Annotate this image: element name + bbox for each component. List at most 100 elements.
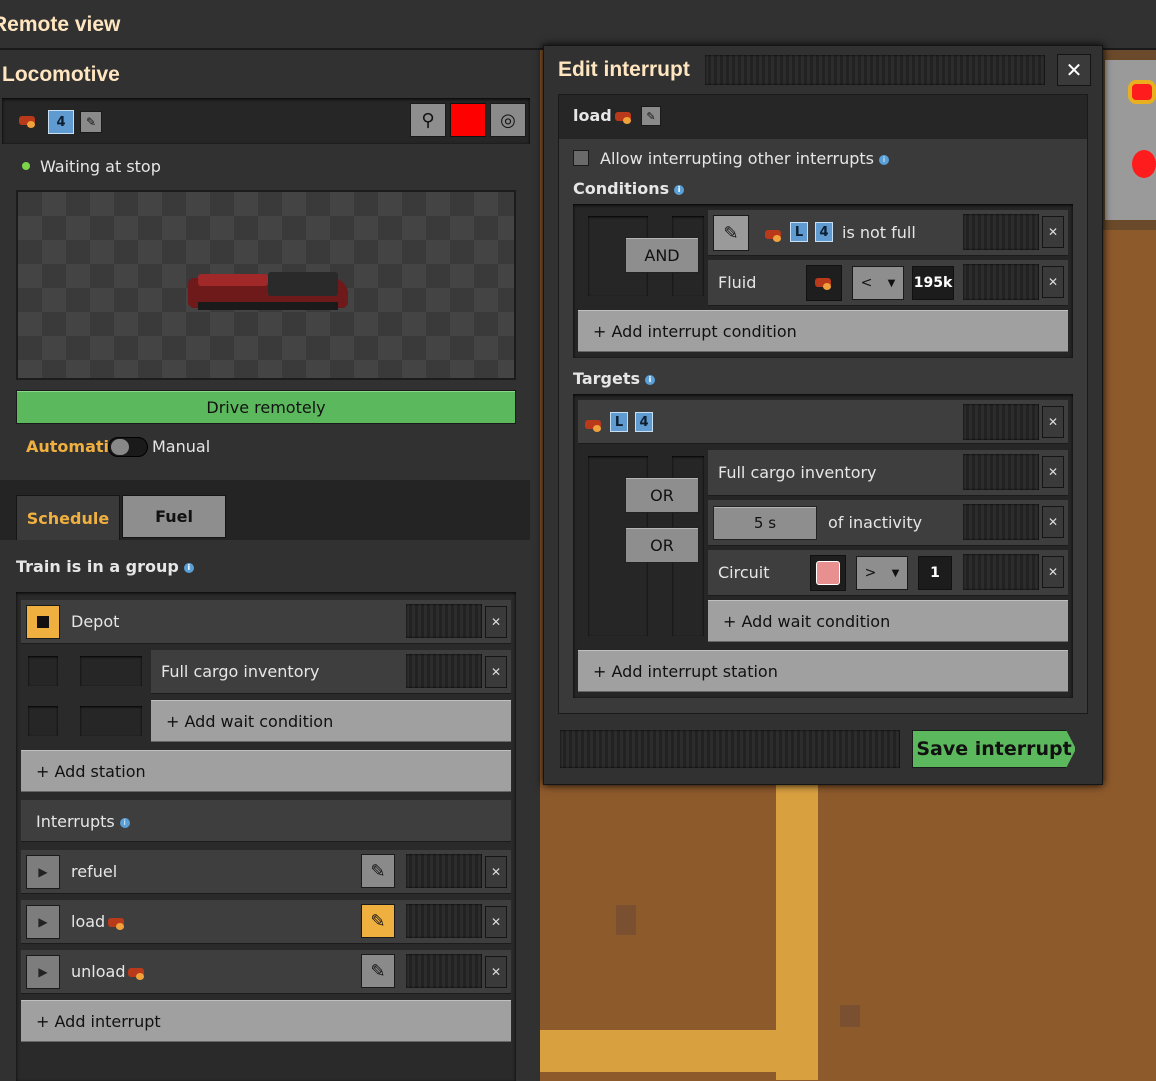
target-icon: ◎ — [500, 109, 516, 131]
fluid-value-field[interactable]: 195k — [912, 266, 954, 300]
chevron-down-icon: ▼ — [891, 567, 900, 579]
play-button[interactable]: ▶ — [26, 855, 60, 889]
wait-condition-text: Full cargo inventory — [161, 662, 320, 681]
window-title: Remote view — [0, 13, 121, 36]
close-icon: ✕ — [490, 965, 502, 979]
drive-remotely-button[interactable]: Drive remotely — [16, 390, 516, 424]
remove-condition-button[interactable]: ✕ — [1042, 266, 1064, 298]
stop-icon — [37, 616, 49, 628]
targets-label: Targets i — [573, 369, 656, 388]
close-icon: ✕ — [1047, 465, 1059, 479]
inactivity-label: of inactivity — [828, 513, 923, 532]
remove-condition-button[interactable]: ✕ — [1042, 216, 1064, 248]
add-interrupt-station-button[interactable]: + Add interrupt station — [578, 650, 1068, 692]
add-wait-condition-button[interactable]: + Add wait condition — [708, 600, 1068, 642]
tab-fuel[interactable]: Fuel — [122, 495, 226, 538]
remove-interrupt-button[interactable]: ✕ — [485, 906, 507, 938]
allow-interrupting-checkbox[interactable] — [573, 150, 589, 166]
or-toggle-button[interactable]: OR — [625, 527, 699, 563]
pencil-icon: ✎ — [370, 960, 386, 982]
close-icon: ✕ — [1047, 225, 1059, 239]
remove-wait-button[interactable]: ✕ — [1042, 506, 1064, 538]
edit-interrupt-button[interactable]: ✎ — [361, 954, 395, 988]
play-icon: ▶ — [38, 965, 48, 979]
color-picker-button[interactable]: ⚲ — [410, 103, 446, 137]
or-toggle-button[interactable]: OR — [625, 477, 699, 513]
time-value-button[interactable]: 5 s — [713, 506, 817, 540]
status-text: Waiting at stop — [40, 157, 161, 176]
stop-station-button[interactable] — [26, 605, 60, 639]
remove-wait-button[interactable]: ✕ — [485, 656, 507, 688]
pencil-icon: ✎ — [370, 860, 386, 882]
eyedropper-icon: ⚲ — [421, 109, 435, 131]
signal-l-icon: L — [610, 412, 628, 432]
signal-l-icon: L — [790, 222, 808, 242]
wagon-icon — [614, 110, 634, 124]
add-wait-condition-button[interactable]: + Add wait condition — [151, 700, 511, 742]
group-number-badge: 4 — [48, 110, 74, 134]
edit-condition-button[interactable]: ✎ — [713, 215, 749, 251]
drag-handle[interactable] — [406, 854, 482, 888]
wagon-icon — [814, 276, 834, 290]
wagon-icon — [764, 224, 784, 243]
remove-wait-button[interactable]: ✕ — [1042, 556, 1064, 588]
info-icon: i — [645, 374, 656, 385]
allow-interrupting-label: Allow interrupting other interrupts i — [600, 149, 889, 168]
locate-button[interactable]: ◎ — [490, 103, 526, 137]
remove-interrupt-button[interactable]: ✕ — [485, 956, 507, 988]
drag-handle[interactable] — [705, 55, 1045, 85]
drag-handle[interactable] — [406, 904, 482, 938]
and-toggle-button[interactable]: AND — [625, 237, 699, 273]
info-icon: i — [183, 562, 194, 573]
mode-toggle[interactable] — [108, 437, 148, 457]
circuit-signal-slot[interactable] — [810, 555, 846, 591]
comparator-dropdown[interactable]: < ▼ — [852, 266, 904, 300]
comparator-dropdown[interactable]: > ▼ — [856, 556, 908, 590]
condition-fluid-label: Fluid — [718, 273, 757, 292]
play-button[interactable]: ▶ — [26, 955, 60, 989]
interrupt-name: refuel — [71, 862, 118, 881]
edit-interrupt-button[interactable]: ✎ — [361, 854, 395, 888]
wagon-icon — [18, 110, 38, 129]
play-icon: ▶ — [38, 915, 48, 929]
drag-handle[interactable] — [963, 404, 1039, 440]
circuit-value-field[interactable]: 1 — [918, 556, 952, 590]
signal-4-icon: 4 — [815, 222, 833, 242]
condition-text: is not full — [842, 223, 916, 242]
add-interrupt-condition-button[interactable]: + Add interrupt condition — [578, 310, 1068, 352]
mode-manual-label: Manual — [152, 437, 211, 456]
locomotive-title: Locomotive — [2, 63, 120, 86]
drag-handle[interactable] — [406, 954, 482, 988]
drag-handle[interactable] — [963, 454, 1039, 490]
drag-handle[interactable] — [406, 604, 482, 638]
close-dialog-button[interactable]: ✕ — [1057, 54, 1091, 86]
add-interrupt-button[interactable]: + Add interrupt — [21, 1000, 511, 1042]
station-name: Depot — [71, 612, 120, 631]
remove-wait-button[interactable]: ✕ — [1042, 456, 1064, 488]
rename-button[interactable]: ✎ — [80, 111, 102, 133]
color-swatch[interactable] — [450, 103, 486, 137]
play-button[interactable]: ▶ — [26, 905, 60, 939]
add-station-button[interactable]: + Add station — [21, 750, 511, 792]
drag-handle[interactable] — [963, 214, 1039, 250]
comparator-value: < — [860, 275, 873, 291]
interrupt-name: unload — [71, 962, 147, 981]
save-interrupt-button[interactable]: Save interrupt — [912, 730, 1076, 768]
info-icon: i — [878, 154, 889, 165]
tab-schedule[interactable]: Schedule — [16, 495, 120, 540]
drag-handle[interactable] — [406, 654, 482, 688]
drag-handle[interactable] — [963, 554, 1039, 590]
fluid-signal-slot[interactable] — [806, 265, 842, 301]
locomotive-preview[interactable] — [16, 190, 516, 380]
rename-interrupt-button[interactable]: ✎ — [641, 106, 661, 126]
drag-handle[interactable] — [963, 504, 1039, 540]
remove-interrupt-button[interactable]: ✕ — [485, 856, 507, 888]
comparator-value: > — [864, 565, 877, 581]
drag-handle[interactable] — [963, 264, 1039, 300]
remove-station-button[interactable]: ✕ — [485, 606, 507, 638]
interrupts-label: Interrupts i — [36, 812, 130, 831]
remove-target-button[interactable]: ✕ — [1042, 406, 1064, 438]
dialog-title: Edit interrupt — [558, 58, 690, 81]
edit-interrupt-button[interactable]: ✎ — [361, 904, 395, 938]
drag-handle[interactable] — [560, 730, 900, 768]
